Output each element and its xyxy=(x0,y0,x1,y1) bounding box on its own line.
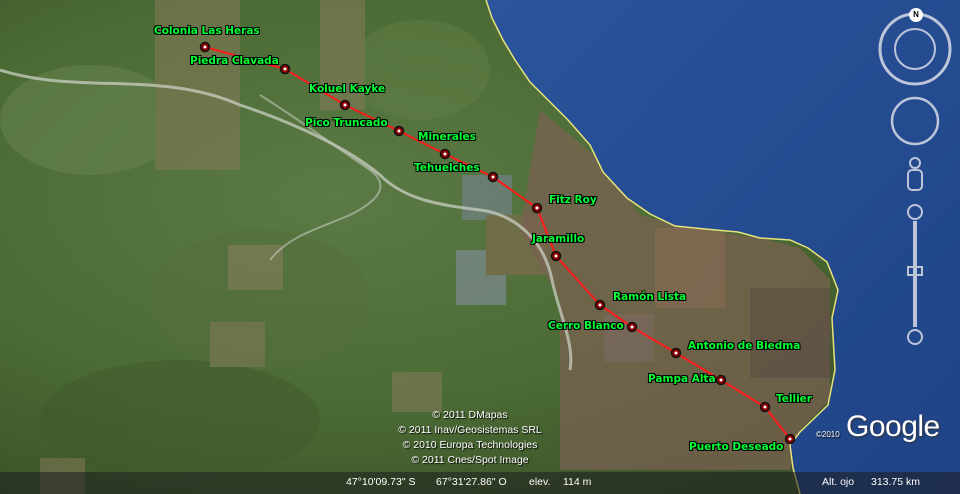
station-label[interactable]: Antonio de Biedma xyxy=(688,340,800,352)
credit-line: © 2011 Cnes/Spot Image xyxy=(411,454,529,466)
station-marker-center xyxy=(397,129,401,133)
status-bar: 47°10'09.73" S 67°31'27.86" O elev. 114 … xyxy=(0,472,960,494)
google-logo: Google xyxy=(846,410,940,443)
station-label[interactable]: Colonia Las Heras xyxy=(154,25,260,37)
station-marker-center xyxy=(535,206,539,210)
credit-line: © 2011 Inav/Geosistemas SRL xyxy=(398,424,542,436)
elevation-label: elev. xyxy=(529,476,551,488)
street-view-pegman-icon[interactable] xyxy=(907,157,923,191)
north-indicator[interactable]: N xyxy=(909,8,923,22)
navigation-controls[interactable]: N xyxy=(874,5,954,355)
station-label[interactable]: Tellier xyxy=(776,393,812,405)
station-label[interactable]: Pico Truncado xyxy=(305,117,388,129)
station-label[interactable]: Tehuelches xyxy=(414,162,480,174)
copyright-year: ©2010 xyxy=(816,430,840,439)
station-label[interactable]: Puerto Deseado xyxy=(689,441,783,453)
station-marker-center xyxy=(674,351,678,355)
eye-altitude-label: Alt. ojo xyxy=(822,476,855,488)
compass-ring-icon[interactable] xyxy=(878,12,952,86)
credit-line: © 2011 DMapas xyxy=(432,409,508,421)
zoom-slider-icon[interactable] xyxy=(907,204,923,345)
station-label[interactable]: Piedra Clavada xyxy=(190,55,279,67)
imagery-credits: © 2011 DMapas © 2011 Inav/Geosistemas SR… xyxy=(360,408,580,468)
station-label[interactable]: Jaramillo xyxy=(532,233,584,245)
station-marker-center xyxy=(343,103,347,107)
elevation-readout: 114 m xyxy=(563,476,592,488)
longitude-readout: 67°31'27.86" O xyxy=(436,476,507,488)
plateau-tile xyxy=(750,288,830,378)
station-label[interactable]: Pampa Alta xyxy=(648,373,716,385)
station-marker-center xyxy=(763,405,767,409)
station-label[interactable]: Cerro Blanco xyxy=(548,320,624,332)
eye-altitude-readout: 313.75 km xyxy=(871,476,921,488)
station-label[interactable]: Fitz Roy xyxy=(549,194,597,206)
station-label[interactable]: Ramón Lista xyxy=(613,291,686,303)
station-marker-center xyxy=(443,152,447,156)
look-joystick-icon[interactable] xyxy=(890,96,940,146)
station-marker-center xyxy=(788,437,792,441)
station-marker-center xyxy=(554,254,558,258)
station-marker-center xyxy=(630,325,634,329)
station-marker-center xyxy=(491,175,495,179)
station-marker-center xyxy=(598,303,602,307)
credit-line: © 2010 Europa Technologies xyxy=(402,439,538,451)
station-label[interactable]: Koluel Kayke xyxy=(309,83,385,95)
latitude-readout: 47°10'09.73" S xyxy=(346,476,416,488)
station-marker-center xyxy=(283,67,287,71)
station-marker-center xyxy=(719,378,723,382)
station-marker-center xyxy=(203,45,207,49)
station-label[interactable]: Minerales xyxy=(418,131,476,143)
